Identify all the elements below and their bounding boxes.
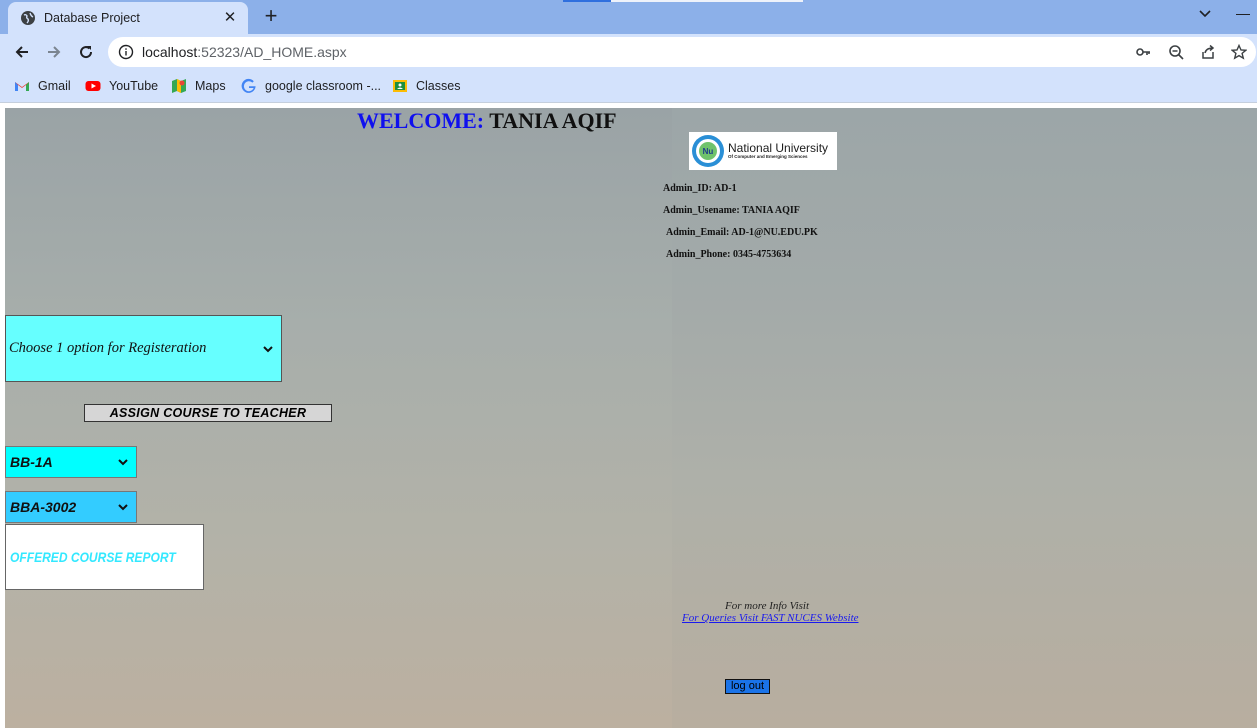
bookmark-star-icon[interactable] [1231, 44, 1247, 60]
admin-id: Admin_ID: AD-1 [663, 183, 737, 194]
logout-button[interactable]: log out [725, 679, 770, 694]
key-icon[interactable] [1135, 44, 1151, 60]
university-logo: Nu National University Of Computer and E… [689, 132, 837, 170]
bookmark-maps[interactable]: Maps [171, 76, 226, 96]
classroom-icon [393, 80, 407, 92]
bookmark-gmail[interactable]: Gmail [14, 76, 71, 96]
bookmark-label: Gmail [38, 79, 71, 93]
bookmark-google-classroom[interactable]: google classroom -... [241, 76, 381, 96]
report-select[interactable]: OFFERED COURSE REPORT [5, 524, 204, 590]
url-host: localhost [142, 44, 198, 60]
admin-email: Admin_Email: AD-1@NU.EDU.PK [666, 227, 818, 238]
chevron-down-icon [118, 504, 128, 511]
window-minimize-button[interactable] [1236, 14, 1250, 15]
zoom-icon[interactable] [1168, 44, 1184, 60]
course-select[interactable]: BBA-3002 [5, 491, 137, 523]
bookmarks-bar: Gmail YouTube Maps google classroom -...… [0, 70, 1257, 103]
course-select-value: BBA-3002 [10, 499, 77, 515]
registration-option-select[interactable]: Choose 1 option for Registeration [5, 315, 282, 382]
tab-strip-accent [563, 0, 611, 2]
reload-icon[interactable] [77, 43, 95, 61]
google-icon [241, 78, 256, 93]
tab-close-icon[interactable]: ✕ [222, 10, 238, 26]
bookmark-youtube[interactable]: YouTube [85, 76, 158, 96]
section-select-value: BB-1A [10, 454, 53, 470]
browser-toolbar: localhost:52323/AD_HOME.aspx [0, 34, 1257, 70]
fast-nuces-website-link[interactable]: For Queries Visit FAST NUCES Website [682, 612, 859, 624]
university-seal-icon: Nu [692, 135, 724, 167]
more-info-text: For more Info Visit [725, 600, 810, 612]
new-tab-button[interactable]: + [260, 5, 282, 28]
bookmark-label: Maps [195, 79, 226, 93]
chevron-down-icon [118, 459, 128, 466]
url-text: localhost:52323/AD_HOME.aspx [142, 44, 347, 60]
gmail-icon [15, 82, 29, 91]
globe-icon [21, 11, 35, 25]
section-select[interactable]: BB-1A [5, 446, 137, 478]
browser-tab-strip: Database Project ✕ + [0, 0, 1257, 34]
youtube-icon [85, 81, 101, 91]
forward-arrow-icon[interactable] [45, 43, 63, 61]
chevron-down-icon [263, 345, 273, 352]
admin-phone: Admin_Phone: 0345-4753634 [666, 249, 792, 260]
registration-select-value: Choose 1 option for Registeration [9, 340, 207, 356]
assign-course-button[interactable]: ASSIGN COURSE TO TEACHER [84, 404, 332, 422]
browser-tab[interactable]: Database Project ✕ [8, 2, 248, 34]
address-bar[interactable]: localhost:52323/AD_HOME.aspx [108, 37, 1256, 67]
logo-title: National University [728, 141, 829, 156]
share-icon[interactable] [1200, 44, 1216, 60]
url-path: :52323/AD_HOME.aspx [197, 44, 347, 60]
welcome-name: TANIA AQIF [489, 108, 617, 133]
report-select-value: OFFERED COURSE REPORT [10, 549, 176, 565]
tab-search-chevron-icon[interactable] [1196, 5, 1214, 23]
logo-subtitle: Of Computer and Emerging Sciences [728, 154, 808, 160]
admin-home-page: WELCOME: TANIA AQIF Nu National Universi… [5, 108, 1257, 728]
bookmark-label: Classes [416, 79, 461, 93]
welcome-label: WELCOME: [357, 108, 485, 133]
admin-username: Admin_Usename: TANIA AQIF [663, 205, 800, 216]
site-info-icon[interactable] [118, 44, 134, 60]
bookmark-classes[interactable]: Classes [392, 76, 460, 96]
welcome-heading: WELCOME: TANIA AQIF [357, 108, 617, 134]
back-arrow-icon[interactable] [13, 43, 31, 61]
maps-icon [172, 79, 186, 93]
tab-title: Database Project [44, 11, 140, 25]
svg-text:Nu: Nu [703, 147, 714, 156]
bookmark-label: google classroom -... [265, 79, 382, 93]
bookmark-label: YouTube [109, 79, 159, 93]
